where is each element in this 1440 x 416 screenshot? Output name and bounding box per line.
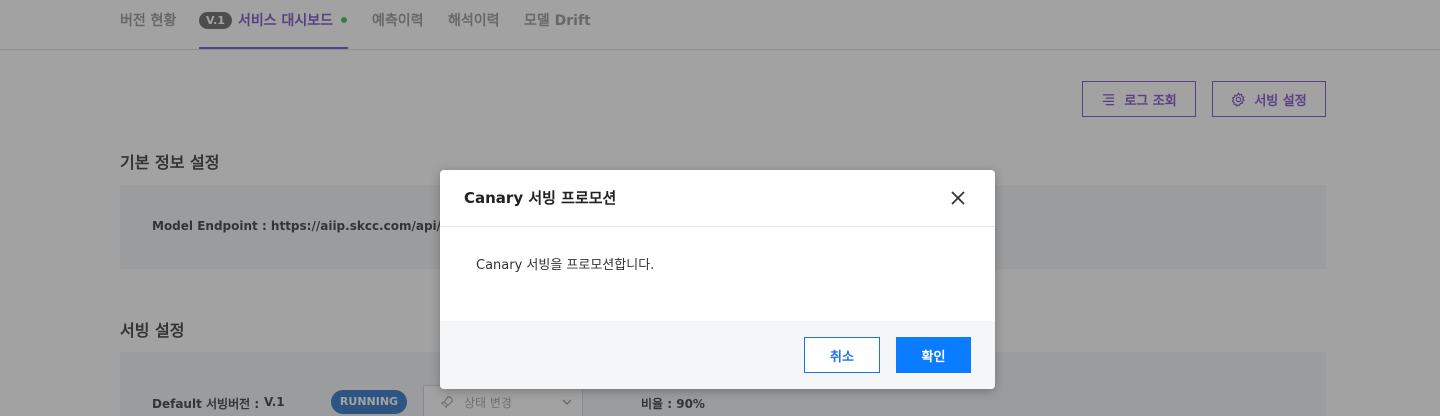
canary-promotion-dialog: Canary 서빙 프로모션 Canary 서빙을 프로모션합니다. 취소 확인: [440, 170, 995, 389]
close-icon[interactable]: [949, 189, 967, 207]
confirm-button[interactable]: 확인: [896, 337, 971, 373]
dialog-message: Canary 서빙을 프로모션합니다.: [476, 258, 655, 273]
cancel-button[interactable]: 취소: [804, 337, 880, 373]
dialog-title: Canary 서빙 프로모션: [464, 189, 617, 207]
dialog-header: Canary 서빙 프로모션: [440, 170, 995, 227]
dialog-footer: 취소 확인: [440, 321, 995, 389]
